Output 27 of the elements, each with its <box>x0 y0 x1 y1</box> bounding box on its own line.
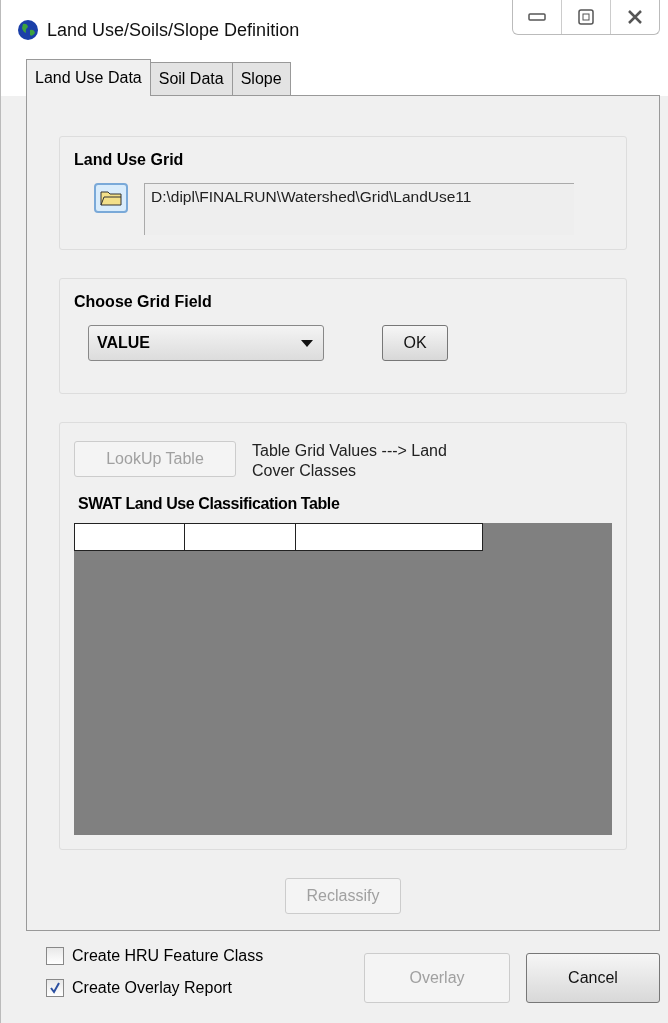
column-header[interactable] <box>185 523 296 551</box>
window-title: Land Use/Soils/Slope Definition <box>47 19 301 41</box>
checkbox-label: Create Overlay Report <box>72 979 233 997</box>
folder-icon <box>100 190 122 206</box>
path-field[interactable]: D:\dipl\FINALRUN\Watershed\Grid\LandUse11 <box>144 183 574 235</box>
checkbox[interactable] <box>46 979 64 997</box>
tab[interactable]: Slope <box>231 62 291 96</box>
caret-icon <box>301 339 313 347</box>
group-title: Land Use Grid <box>74 151 185 169</box>
maximize-icon <box>578 9 594 25</box>
column-header[interactable] <box>296 523 483 551</box>
checkmark-icon <box>49 982 61 994</box>
checkbox[interactable] <box>46 947 64 965</box>
ok-button[interactable]: OK <box>382 325 448 361</box>
globe-icon <box>17 19 39 41</box>
minimize-icon <box>528 12 546 22</box>
dialog-button[interactable]: Cancel <box>526 953 660 1003</box>
description-text: Table Grid Values ---> Land Cover Classes <box>252 441 448 481</box>
close-icon <box>627 9 643 25</box>
table-title: SWAT Land Use Classification Table <box>78 495 341 513</box>
tab[interactable]: Soil Data <box>149 62 233 96</box>
tab[interactable]: Land Use Data <box>26 59 151 96</box>
group-title: Choose Grid Field <box>74 293 213 311</box>
column-header[interactable] <box>74 523 185 551</box>
grid-field-dropdown[interactable]: VALUE <box>88 325 324 361</box>
checkbox-label: Create HRU Feature Class <box>72 947 264 965</box>
open-folder-button[interactable] <box>94 183 128 213</box>
